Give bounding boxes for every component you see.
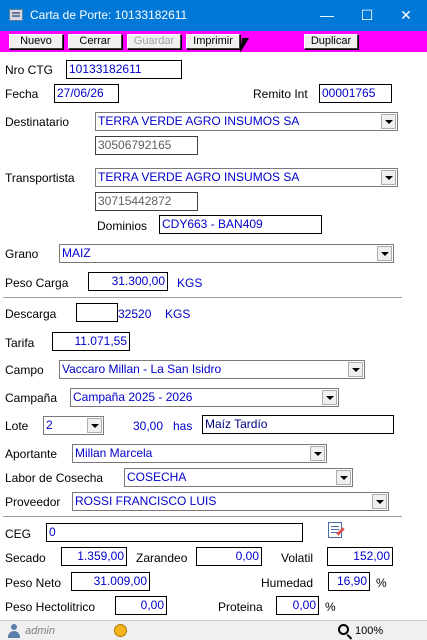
humedad-label: Humedad [261, 576, 314, 590]
destinatario-label: Destinatario [5, 115, 70, 129]
dominios-label: Dominios [97, 219, 148, 233]
chevron-down-icon[interactable] [87, 418, 102, 433]
transportista-label: Transportista [5, 171, 75, 185]
close-button[interactable]: ✕ [386, 0, 426, 31]
coin-icon [114, 624, 127, 637]
volatil-field[interactable]: 152,00 [327, 547, 393, 566]
campo-select[interactable]: Vaccaro Millan - La San Isidro [59, 360, 365, 379]
chevron-down-icon[interactable] [381, 114, 396, 129]
lote-has-value: 30,00 [133, 419, 164, 433]
title-bar: Carta de Porte: 10133182611 — ☐ ✕ [0, 0, 427, 31]
nuevo-button[interactable]: Nuevo [9, 34, 63, 49]
dominios-field[interactable]: CDY663 - BAN409 [159, 215, 322, 234]
descarga-field[interactable] [76, 303, 118, 322]
campo-label: Campo [5, 363, 44, 377]
lote-label: Lote [5, 419, 29, 433]
proteina-unit: % [325, 600, 336, 614]
proteina-label: Proteina [218, 600, 263, 614]
chevron-down-icon[interactable] [310, 446, 325, 461]
lote-desc-field[interactable]: Maíz Tardío [202, 415, 394, 434]
user-icon [7, 624, 21, 638]
guardar-button[interactable]: Guardar [127, 34, 181, 49]
humedad-unit: % [376, 576, 387, 590]
proveedor-label: Proveedor [5, 495, 61, 509]
proveedor-select[interactable]: ROSSI FRANCISCO LUIS [72, 492, 389, 511]
remito-field[interactable]: 00001765 [319, 84, 392, 103]
zarandeo-label: Zarandeo [136, 551, 188, 565]
tarifa-label: Tarifa [5, 336, 35, 350]
destinatario-cuit-field[interactable]: 30506792165 [95, 136, 198, 155]
peso-hecto-field[interactable]: 0,00 [115, 596, 167, 615]
ceg-label: CEG [5, 527, 32, 541]
secado-label: Secado [5, 551, 46, 565]
lote-select[interactable]: 2 [43, 416, 104, 435]
humedad-field[interactable]: 16,90 [328, 572, 370, 591]
aportante-label: Aportante [5, 447, 58, 461]
fecha-label: Fecha [5, 87, 39, 101]
lote-has-unit: has [173, 419, 193, 433]
secado-field[interactable]: 1.359,00 [61, 547, 127, 566]
chevron-down-icon[interactable] [336, 470, 351, 485]
status-user: admin [25, 625, 55, 637]
peso-carga-field[interactable]: 31.300,00 [88, 272, 168, 291]
chevron-down-icon[interactable] [377, 246, 392, 261]
descarga-value: 32520 [118, 307, 152, 321]
fecha-field[interactable]: 27/06/26 [54, 84, 119, 103]
mouse-cursor-icon [239, 38, 255, 53]
peso-carga-label: Peso Carga [5, 276, 69, 290]
labor-select[interactable]: COSECHA [124, 468, 353, 487]
peso-carga-unit: KGS [177, 276, 203, 290]
zarandeo-field[interactable]: 0,00 [196, 547, 262, 566]
separator [3, 297, 402, 298]
chevron-down-icon[interactable] [322, 390, 337, 405]
volatil-label: Volatil [281, 551, 314, 565]
app-icon [9, 9, 23, 21]
nro-ctg-field[interactable]: 10133182611 [66, 60, 182, 79]
imprimir-button[interactable]: Imprimir [186, 34, 240, 49]
proteina-field[interactable]: 0,00 [276, 596, 319, 615]
labor-label: Labor de Cosecha [5, 471, 104, 485]
descarga-label: Descarga [5, 307, 57, 321]
maximize-button[interactable]: ☐ [347, 0, 387, 31]
campana-label: Campaña [5, 391, 58, 405]
aportante-select[interactable]: Millan Marcela [72, 444, 327, 463]
descarga-unit: KGS [165, 307, 191, 321]
transportista-select[interactable]: TERRA VERDE AGRO INSUMOS SA [95, 168, 398, 187]
chevron-down-icon[interactable] [348, 362, 363, 377]
grano-select[interactable]: MAIZ [59, 244, 394, 263]
toolbar: Nuevo Cerrar Guardar Imprimir Duplicar [0, 31, 427, 52]
separator [3, 516, 402, 517]
destinatario-select[interactable]: TERRA VERDE AGRO INSUMOS SA [95, 112, 398, 131]
duplicar-button[interactable]: Duplicar [304, 34, 358, 49]
remito-label: Remito Int [253, 87, 308, 101]
peso-hecto-label: Peso Hectolitrico [5, 600, 96, 614]
zoom-icon[interactable] [338, 624, 349, 635]
minimize-button[interactable]: — [307, 0, 347, 31]
transportista-cuit-field[interactable]: 30715442872 [95, 192, 198, 211]
status-zoom: 100% [355, 625, 384, 637]
status-bar: admin 100% [0, 620, 427, 640]
nro-ctg-label: Nro CTG [5, 63, 53, 77]
tarifa-field[interactable]: 11.071,55 [52, 332, 130, 351]
window-title: Carta de Porte: 10133182611 [30, 8, 188, 22]
ceg-field[interactable]: 0 [46, 523, 303, 542]
peso-neto-label: Peso Neto [5, 576, 62, 590]
grano-label: Grano [5, 247, 39, 261]
chevron-down-icon[interactable] [381, 170, 396, 185]
peso-neto-field[interactable]: 31.009,00 [71, 572, 150, 591]
campana-select[interactable]: Campaña 2025 - 2026 [70, 388, 339, 407]
chevron-down-icon[interactable] [372, 494, 387, 509]
cerrar-button[interactable]: Cerrar [68, 34, 122, 49]
edit-icon[interactable] [328, 522, 342, 538]
